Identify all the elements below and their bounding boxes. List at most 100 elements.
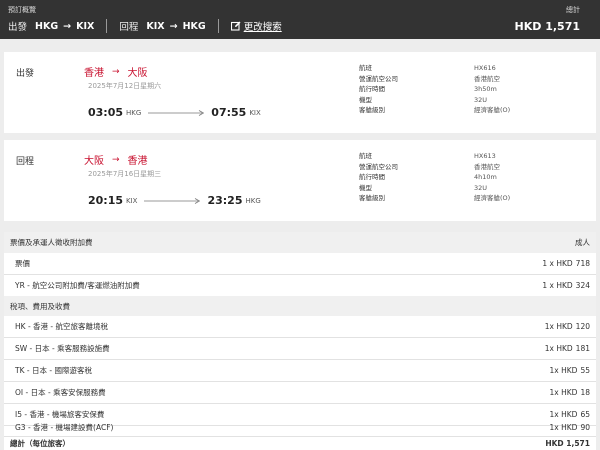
fare-value: 324 [575, 281, 590, 290]
detail-value: 香港航空 [474, 74, 500, 83]
detail-row: 航行時間 3h50m [359, 84, 510, 95]
detail-value: 經濟客艙(O) [474, 106, 511, 114]
modify-search-label: 更改搜索 [243, 22, 282, 33]
detail-row: 航班 HX613 [359, 151, 510, 162]
detail-value: 4h10m [474, 173, 497, 181]
fare-label: 票價 [15, 259, 30, 268]
tax-value: 18 [580, 388, 590, 397]
tax-qty: 1x HKD [549, 388, 578, 397]
long-arrow-icon [144, 197, 201, 204]
return-details: 航班 HX613 營運航空公司 香港航空 航行時間 4h10m 機型 32U 客艙級別 經… [359, 151, 510, 204]
detail-key: 營運航空公司 [359, 162, 398, 171]
tax-amount: 1x HKD 55 [550, 366, 590, 375]
fare-amount: 1 x HKD 324 [542, 281, 590, 290]
detail-row: 營運航空公司 香港航空 [359, 74, 510, 85]
departure-code: HKG [126, 108, 142, 117]
tax-label: SW - 日本 - 乘客服務設施費 [15, 344, 110, 353]
tax-value: 90 [580, 422, 590, 432]
detail-row: 航班 HX616 [359, 63, 510, 74]
arrival-code: KIX [249, 108, 261, 117]
detail-row: 客艙級別 經濟客艙(O) [359, 193, 510, 204]
booking-summary-bar: 預訂概覽 出發 HKG → KIX 回程 KIX → HKG 更改搜索 總計 H… [0, 0, 600, 39]
outbound-label: 出發 [8, 22, 28, 33]
detail-row: 客艙級別 經濟客艙(O) [359, 105, 510, 116]
detail-key: 營運航空公司 [359, 74, 398, 83]
tax-label: TK - 日本 - 國際遊客稅 [15, 366, 92, 375]
return-from-city: 大阪 [84, 156, 104, 167]
detail-key: 客艙級別 [359, 106, 385, 114]
summary-title: 預訂概覽 [8, 6, 36, 14]
tax-qty: 1x HKD [544, 322, 573, 331]
fare-label: YR - 航空公司附加費/客運燃油附加費 [15, 281, 140, 290]
return-direction-label: 回程 [16, 157, 35, 167]
fare-qty: 1 x HKD [542, 281, 573, 290]
fare-value: 718 [575, 259, 590, 268]
total-per-passenger-row: 總計（每位旅客） HKD 1,571 [4, 436, 596, 450]
tax-qty: 1x HKD [549, 422, 578, 432]
detail-value: 經濟客艙(O) [474, 194, 511, 202]
return-times: 20:15 KIX 23:25 HKG [88, 194, 261, 207]
detail-value: 3h50m [474, 85, 497, 93]
section-title: 票價及承運人徵收附加費 [10, 238, 93, 247]
detail-row: 機型 32U [359, 95, 510, 106]
long-arrow-icon [148, 109, 205, 116]
outbound-direction-label: 出發 [16, 69, 35, 79]
fare-section-header: 票價及承運人徵收附加費 成人 [4, 232, 596, 253]
outbound-to-city: 大阪 [127, 68, 148, 79]
detail-key: 客艙級別 [359, 194, 385, 202]
tax-amount: 1x HKD 18 [550, 388, 590, 397]
outbound-cities: 香港 → 大阪 [84, 64, 148, 80]
passenger-type: 成人 [575, 238, 590, 247]
tax-section-header: 稅項、費用及收費 [4, 296, 596, 316]
detail-key: 航行時間 [359, 173, 385, 181]
fare-qty: 1 x HKD [542, 259, 573, 268]
tax-row: OI - 日本 - 乘客安保服務費 1x HKD 18 [4, 382, 596, 403]
return-label: 回程 [119, 22, 139, 33]
total-label: 總計 [566, 6, 580, 14]
total-price: HKD 1,571 [514, 20, 580, 33]
tax-amount: 1x HKD 90 [550, 423, 590, 432]
detail-value: HX613 [474, 152, 496, 160]
itinerary-summary: 出發 HKG → KIX 回程 KIX → HKG 更改搜索 [8, 19, 282, 33]
fare-breakdown: 票價及承運人徵收附加費 成人 票價 1 x HKD 718 YR - 航空公司附加… [4, 232, 596, 450]
outbound-from-city: 香港 [84, 68, 104, 79]
fare-amount: 1 x HKD 718 [542, 259, 590, 268]
tax-row: HK - 香港 - 航空旅客離境稅 1x HKD 120 [4, 316, 596, 337]
return-cities: 大阪 → 香港 [84, 152, 148, 168]
outbound-from-code: HKG [35, 20, 59, 32]
tax-label: OI - 日本 - 乘客安保服務費 [15, 388, 106, 397]
tax-value: 55 [580, 366, 590, 375]
detail-value: 32U [474, 183, 488, 192]
detail-value: HX616 [474, 64, 496, 72]
total-label: 總計（每位旅客） [10, 438, 70, 448]
tax-label: G3 - 香港 - 機場建設費(ACF) [15, 422, 114, 432]
fare-row: YR - 航空公司附加費/客運燃油附加費 1 x HKD 324 [4, 275, 596, 296]
outbound-date: 2025年7月12日星期六 [88, 82, 162, 90]
arrow-right-icon: → [112, 154, 120, 165]
tax-amount: 1x HKD 181 [545, 344, 590, 353]
departure-time: 20:15 [88, 194, 124, 207]
outbound-times: 03:05 HKG 07:55 KIX [88, 106, 261, 119]
tax-row: TK - 日本 - 國際遊客稅 1x HKD 55 [4, 360, 596, 381]
detail-row: 機型 32U [359, 183, 510, 194]
tax-value: 120 [575, 322, 590, 331]
modify-search-link[interactable]: 更改搜索 [230, 19, 282, 33]
return-to-city: 香港 [127, 156, 148, 167]
arrival-code: HKG [245, 196, 261, 205]
tax-row: SW - 日本 - 乘客服務設施費 1x HKD 181 [4, 338, 596, 359]
tax-qty: 1x HKD [544, 344, 573, 353]
edit-icon [230, 21, 241, 31]
detail-row: 航行時間 4h10m [359, 172, 510, 183]
tax-qty: 1x HKD [549, 366, 578, 375]
detail-key: 航班 [359, 64, 372, 72]
detail-value: 32U [474, 95, 488, 104]
tax-label: HK - 香港 - 航空旅客離境稅 [15, 322, 109, 331]
total-value: HKD 1,571 [545, 438, 590, 448]
arrow-right-icon: → [112, 66, 120, 77]
return-flight-card: 回程 大阪 → 香港 2025年7月16日星期三 20:15 KIX 23:25… [4, 140, 596, 221]
departure-time: 03:05 [88, 106, 124, 119]
return-date: 2025年7月16日星期三 [88, 170, 162, 178]
arrival-time: 23:25 [207, 194, 243, 207]
tax-amount: 1x HKD 120 [545, 322, 590, 331]
outbound-details: 航班 HX616 營運航空公司 香港航空 航行時間 3h50m 機型 32U 客艙級別 經… [359, 63, 510, 116]
